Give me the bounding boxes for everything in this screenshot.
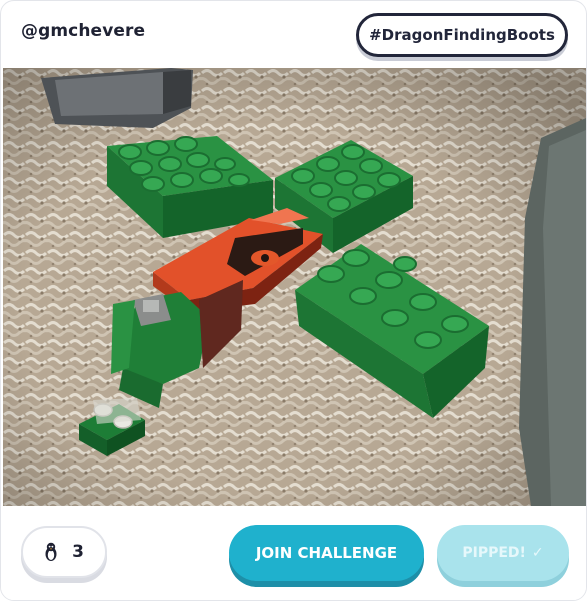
post-footer: 3 JOIN CHALLENGE PIPPED! ✓ — [1, 506, 586, 600]
hashtag-button[interactable]: #DragonFindingBoots — [356, 13, 568, 57]
post-header: @gmchevere #DragonFindingBoots — [1, 1, 586, 67]
checkmark-icon: ✓ — [531, 545, 544, 561]
pipped-label: PIPPED! — [462, 545, 526, 561]
grey-object-face — [543, 130, 586, 506]
pipped-button[interactable]: PIPPED! ✓ — [437, 525, 569, 581]
penguin-icon — [45, 542, 57, 561]
post-card: @gmchevere #DragonFindingBoots 3 JOIN CH… — [0, 0, 587, 601]
pips-counter[interactable]: 3 — [21, 526, 107, 578]
post-photo[interactable] — [3, 68, 586, 506]
join-challenge-button[interactable]: JOIN CHALLENGE — [229, 525, 424, 581]
username-link[interactable]: @gmchevere — [21, 21, 145, 41]
pips-count: 3 — [72, 542, 84, 562]
